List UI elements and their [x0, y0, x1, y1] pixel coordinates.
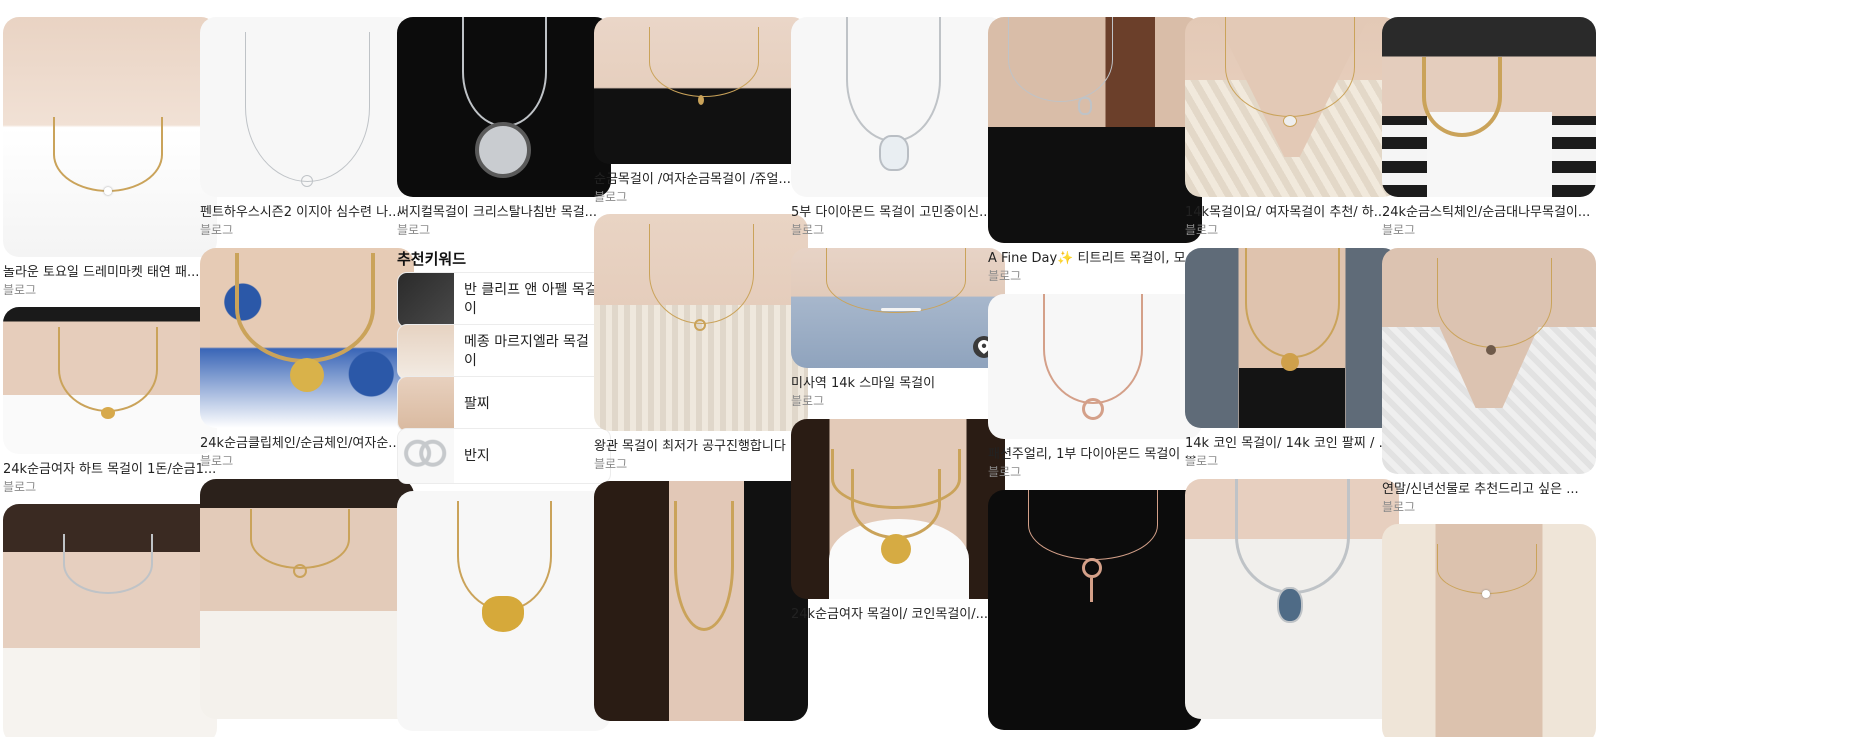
pin-source: 블로그: [3, 480, 37, 494]
pin-image[interactable]: [594, 481, 808, 721]
pin-image[interactable]: [200, 17, 414, 197]
pin-image[interactable]: [200, 248, 414, 428]
pin-card[interactable]: 순금목걸이 /여자순금목걸이 /쥬얼... 블로그: [594, 17, 808, 204]
pin-image[interactable]: [3, 17, 217, 257]
pin-image[interactable]: [397, 491, 611, 731]
pin-image[interactable]: [1185, 479, 1399, 719]
pin-source: 블로그: [3, 283, 37, 297]
pin-card[interactable]: A Fine Day✨ 티트리트 목걸이, 모... 블로그: [988, 17, 1202, 283]
pin-card[interactable]: 24k순금여자 하트 목걸이 1돈/순금1... 블로그: [3, 307, 217, 494]
keyword-label: 메종 마르지엘라 목걸이: [464, 334, 589, 369]
pin-title[interactable]: 미사역 14k 스마일 목걸이: [791, 376, 1005, 392]
pin-card[interactable]: 14k 코인 목걸이/ 14k 코인 팔찌 / 1... 블로그: [1185, 248, 1399, 468]
pin-title[interactable]: 패션주얼리, 1부 다이아몬드 목걸이 ...: [988, 447, 1202, 463]
pin-card[interactable]: 왕관 목걸이 최저가 공구진행합니다 블로그: [594, 214, 808, 471]
pin-card[interactable]: 24k순금클립체인/순금체인/여자순... 블로그: [200, 248, 414, 468]
pin-card[interactable]: 패션주얼리, 1부 다이아몬드 목걸이 ... 블로그: [988, 294, 1202, 479]
pin-title[interactable]: 순금목걸이 /여자순금목걸이 /쥬얼...: [594, 172, 808, 188]
pin-title[interactable]: 24k순금여자 하트 목걸이 1돈/순금1...: [3, 462, 217, 478]
pin-image[interactable]: [1382, 524, 1596, 737]
keyword-label: 반 클리프 앤 아펠 목걸이: [464, 282, 598, 317]
pin-source: 블로그: [988, 269, 1022, 283]
pin-card[interactable]: 5부 다이아몬드 목걸이 고민중이신... 블로그: [791, 17, 1005, 237]
pin-source: 블로그: [397, 223, 431, 237]
pin-title[interactable]: 5부 다이아몬드 목걸이 고민중이신...: [791, 205, 1005, 221]
pin-title[interactable]: 24k순금클립체인/순금체인/여자순...: [200, 436, 414, 452]
pin-title[interactable]: 펜트하우스시즌2 이지아 심수련 나...: [200, 205, 414, 221]
pin-source: 블로그: [200, 223, 234, 237]
pin-card[interactable]: [1185, 479, 1399, 719]
pin-card[interactable]: [1382, 524, 1596, 737]
pin-source: 블로그: [1382, 223, 1416, 237]
pin-card[interactable]: 미사역 14k 스마일 목걸이 블로그: [791, 248, 1005, 408]
pin-image[interactable]: [594, 17, 808, 164]
pin-source: 블로그: [1185, 223, 1219, 237]
pin-card[interactable]: [200, 479, 414, 719]
pin-image[interactable]: [3, 504, 217, 737]
pin-card[interactable]: 24k순금여자 목걸이/ 코인목걸이/...: [791, 419, 1005, 623]
pin-card[interactable]: [988, 490, 1202, 730]
pin-title[interactable]: A Fine Day✨ 티트리트 목걸이, 모...: [988, 251, 1202, 267]
pin-source: 블로그: [791, 223, 825, 237]
pin-image[interactable]: [988, 294, 1202, 439]
pin-title[interactable]: 14k목걸이요/ 여자목걸이 추천/ 하...: [1185, 205, 1399, 221]
pin-image[interactable]: [988, 17, 1202, 243]
keyword-item[interactable]: 반 클리프 앤 아펠 목걸이: [397, 272, 611, 328]
keyword-item[interactable]: 메종 마르지엘라 목걸이: [397, 324, 611, 380]
pin-image[interactable]: [791, 17, 1005, 197]
pin-card[interactable]: 펜트하우스시즌2 이지아 심수련 나... 블로그: [200, 17, 414, 237]
pin-image[interactable]: [791, 419, 1005, 599]
pin-title[interactable]: 써지컬목걸이 크리스탈나침반 목걸...: [397, 205, 611, 221]
pin-card[interactable]: 연말/신년선물로 추천드리고 싶은 ... 블로그: [1382, 248, 1596, 514]
pin-card[interactable]: [3, 504, 217, 737]
pin-title[interactable]: 놀라운 토요일 드레미마켓 태연 패...: [3, 265, 217, 281]
pin-card[interactable]: [594, 481, 808, 721]
keyword-item[interactable]: 팔찌: [397, 376, 611, 432]
keyword-label: 반지: [464, 447, 490, 464]
keyword-item[interactable]: 반지: [397, 428, 611, 484]
pin-source: 블로그: [594, 457, 628, 471]
pin-card[interactable]: 14k목걸이요/ 여자목걸이 추천/ 하... 블로그: [1185, 17, 1399, 237]
keyword-thumbnail: [398, 429, 454, 483]
pin-card[interactable]: 써지컬목걸이 크리스탈나침반 목걸... 블로그: [397, 17, 611, 237]
pin-title[interactable]: 연말/신년선물로 추천드리고 싶은 ...: [1382, 482, 1596, 498]
keyword-thumbnail: [398, 377, 454, 431]
pin-title[interactable]: 14k 코인 목걸이/ 14k 코인 팔찌 / 1...: [1185, 436, 1399, 452]
pin-source: 블로그: [200, 454, 234, 468]
pin-image[interactable]: [1185, 248, 1399, 428]
pin-image[interactable]: [594, 214, 808, 431]
pin-source: 블로그: [988, 465, 1022, 479]
pin-source: 블로그: [791, 394, 825, 408]
pin-source: 블로그: [1382, 500, 1416, 514]
recommended-keywords-title: 추천키워드: [397, 250, 467, 268]
pin-image[interactable]: [3, 307, 217, 454]
pin-title[interactable]: 24k순금여자 목걸이/ 코인목걸이/...: [791, 607, 1005, 623]
pin-image[interactable]: [200, 479, 414, 719]
pin-source: 블로그: [1185, 454, 1219, 468]
pin-title[interactable]: 24k순금스틱체인/순금대나무목걸이...: [1382, 205, 1596, 221]
keyword-thumbnail: [398, 325, 454, 379]
pin-card[interactable]: [397, 491, 611, 731]
pin-image[interactable]: [988, 490, 1202, 730]
pin-card[interactable]: 놀라운 토요일 드레미마켓 태연 패... 블로그: [3, 17, 217, 297]
pin-title[interactable]: 왕관 목걸이 최저가 공구진행합니다: [594, 439, 808, 455]
pin-image[interactable]: [791, 248, 1005, 368]
pin-source: 블로그: [594, 190, 628, 204]
pin-card[interactable]: 24k순금스틱체인/순금대나무목걸이... 블로그: [1382, 17, 1596, 237]
pin-image[interactable]: [1185, 17, 1399, 197]
keyword-thumbnail: [398, 273, 454, 327]
pin-image[interactable]: [397, 17, 611, 197]
keyword-label: 팔찌: [464, 395, 490, 412]
pin-image[interactable]: [1382, 17, 1596, 197]
pin-image[interactable]: [1382, 248, 1596, 474]
